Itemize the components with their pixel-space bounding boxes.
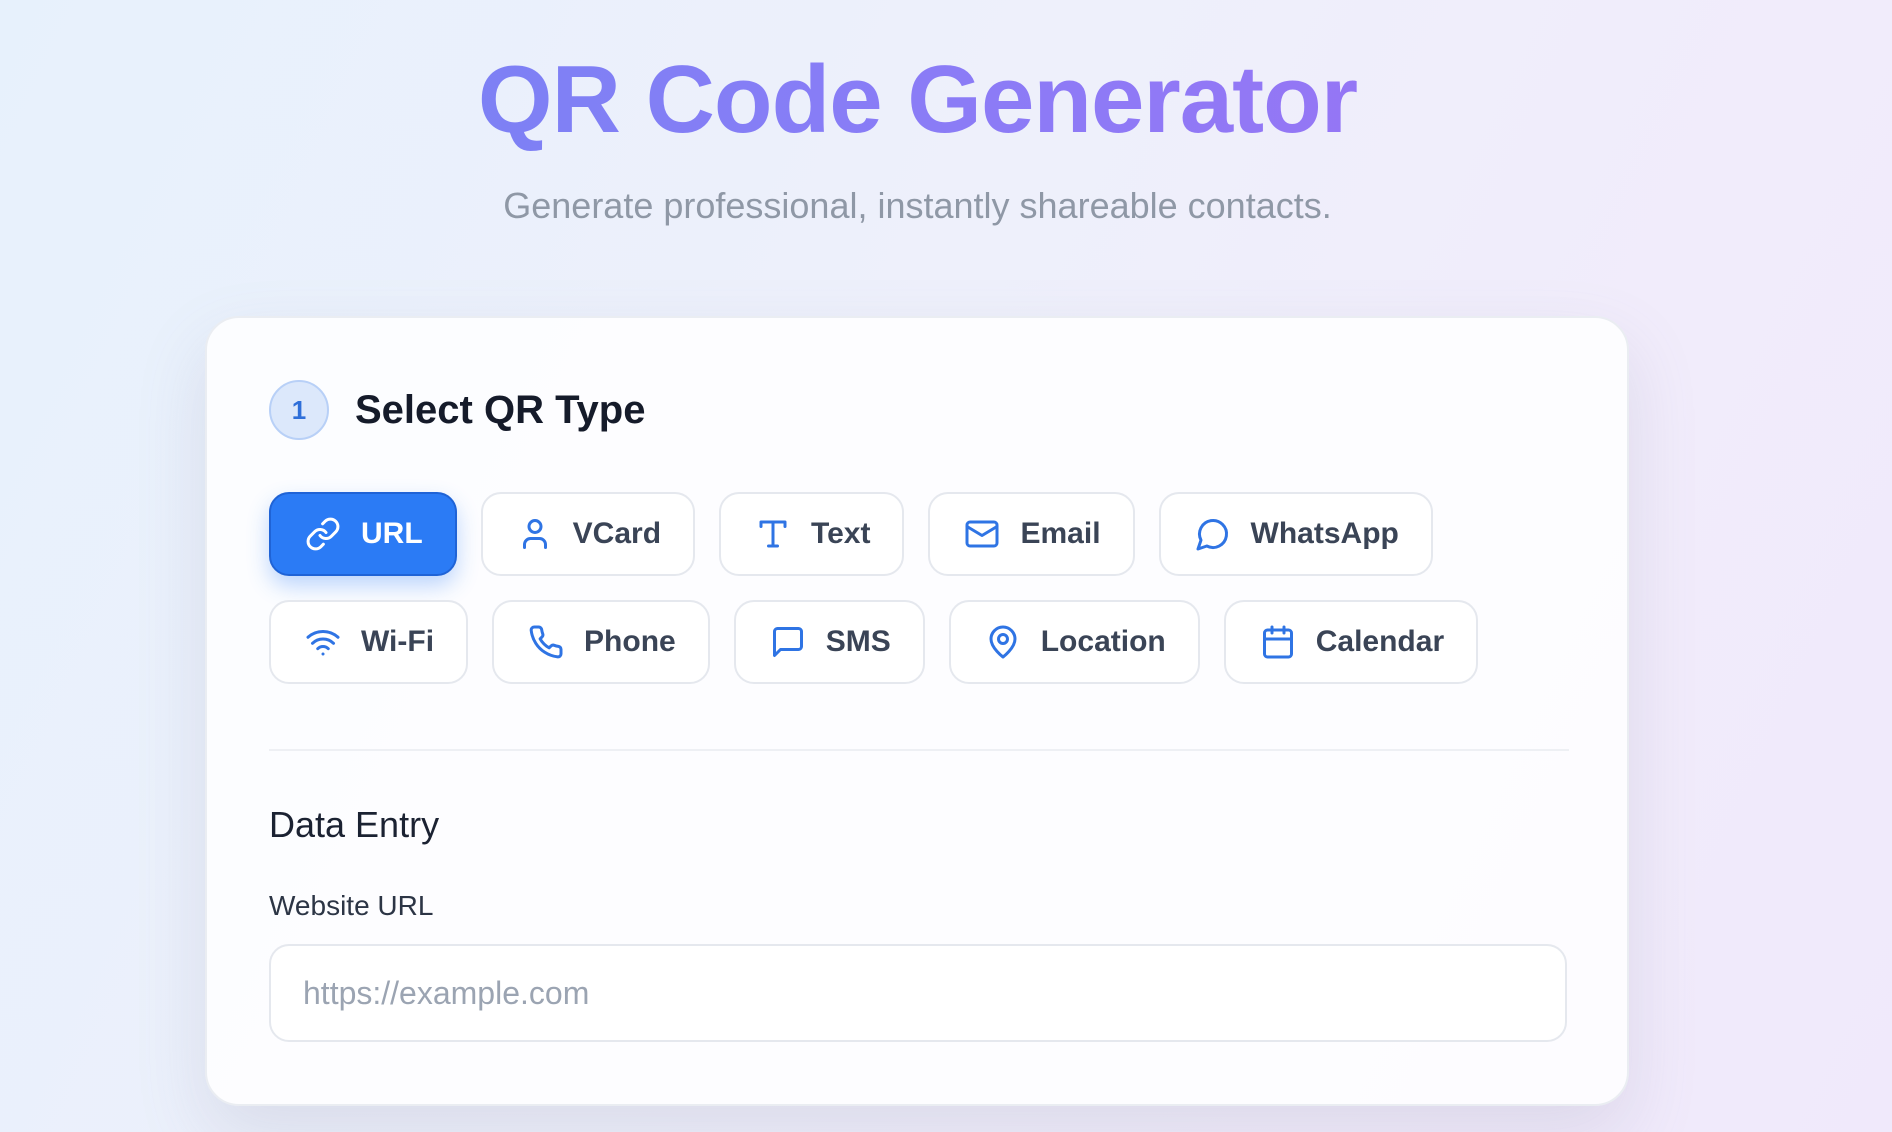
step-number-badge: 1 bbox=[269, 380, 329, 440]
qr-type-label: SMS bbox=[825, 625, 891, 658]
qr-type-phone-button[interactable]: Phone bbox=[492, 600, 710, 684]
qr-type-vcard-button[interactable]: VCard bbox=[480, 492, 696, 576]
link-icon bbox=[303, 514, 343, 554]
generator-card: 1 Select QR Type URL VCard Text Email Wh… bbox=[205, 316, 1629, 1106]
qr-type-row-2: Wi-Fi Phone SMS Location Calendar bbox=[269, 600, 1502, 684]
qr-type-text-button[interactable]: Text bbox=[719, 492, 905, 576]
qr-type-label: Phone bbox=[584, 625, 676, 658]
qr-type-sms-button[interactable]: SMS bbox=[733, 600, 925, 684]
phone-icon bbox=[526, 622, 566, 662]
qr-type-whatsapp-button[interactable]: WhatsApp bbox=[1158, 492, 1433, 576]
user-icon bbox=[515, 514, 555, 554]
text-icon bbox=[753, 514, 793, 554]
qr-type-location-button[interactable]: Location bbox=[948, 600, 1200, 684]
qr-type-wifi-button[interactable]: Wi-Fi bbox=[269, 600, 469, 684]
qr-type-label: Location bbox=[1040, 625, 1166, 658]
qr-type-url-button[interactable]: URL bbox=[269, 492, 457, 576]
section-divider bbox=[269, 749, 1569, 751]
qr-type-label: Text bbox=[811, 517, 871, 550]
step-title: Select QR Type bbox=[355, 387, 646, 432]
page-header: QR Code Generator Generate professional,… bbox=[0, 40, 1835, 228]
qr-type-label: Wi-Fi bbox=[361, 625, 435, 658]
qr-type-label: URL bbox=[361, 517, 423, 550]
step-header: 1 Select QR Type bbox=[269, 380, 645, 440]
qr-type-label: VCard bbox=[572, 517, 662, 550]
message-icon bbox=[768, 622, 808, 662]
qr-type-label: Email bbox=[1020, 517, 1101, 550]
page-title: QR Code Generator bbox=[0, 40, 1835, 160]
qr-type-calendar-button[interactable]: Calendar bbox=[1223, 600, 1479, 684]
data-entry-title: Data Entry bbox=[269, 804, 440, 845]
qr-type-label: Calendar bbox=[1315, 625, 1445, 658]
website-url-label: Website URL bbox=[269, 890, 434, 921]
chat-bubble-icon bbox=[1193, 514, 1233, 554]
website-url-input[interactable] bbox=[269, 944, 1567, 1042]
page-subtitle: Generate professional, instantly shareab… bbox=[503, 185, 1332, 226]
qr-type-row-1: URL VCard Text Email WhatsApp bbox=[269, 492, 1457, 576]
qr-type-email-button[interactable]: Email bbox=[928, 492, 1135, 576]
qr-type-label: WhatsApp bbox=[1250, 517, 1399, 550]
mail-icon bbox=[962, 514, 1002, 554]
wifi-icon bbox=[303, 622, 343, 662]
map-pin-icon bbox=[983, 622, 1023, 662]
calendar-icon bbox=[1258, 622, 1298, 662]
